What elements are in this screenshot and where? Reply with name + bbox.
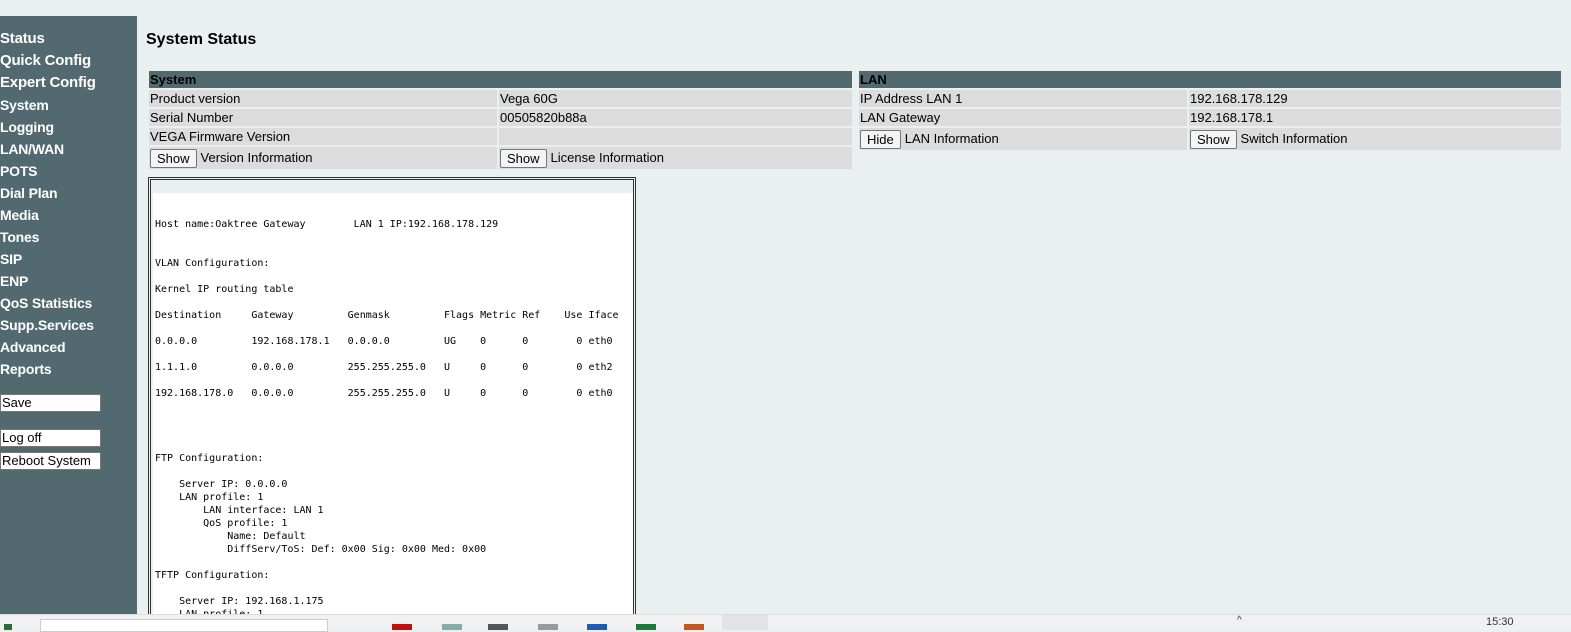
version-info-label: Version Information (200, 149, 313, 165)
app-icon-files[interactable] (442, 624, 462, 630)
lan-info-text: Host name:Oaktree Gateway LAN 1 IP:192.1… (155, 219, 619, 619)
lan-info-console[interactable]: Host name:Oaktree Gateway LAN 1 IP:192.1… (153, 193, 633, 619)
nav-supp-services[interactable]: Supp.Services (0, 317, 94, 333)
logoff-button[interactable]: Log off (0, 429, 101, 447)
nav-quick-config[interactable]: Quick Config (0, 52, 91, 69)
nav-lan-wan[interactable]: LAN/WAN (0, 141, 64, 157)
system-heading: System (150, 72, 197, 87)
reboot-system-button[interactable]: Reboot System (0, 452, 101, 470)
nav-qos-statistics[interactable]: QoS Statistics (0, 295, 92, 311)
app-icon-red[interactable] (392, 624, 412, 630)
nav-reports[interactable]: Reports (0, 361, 52, 377)
search-box[interactable] (40, 619, 328, 632)
app-icon-blue[interactable] (587, 624, 607, 630)
switch-info-label: Switch Information (1240, 130, 1348, 146)
nav-system[interactable]: System (0, 97, 49, 113)
product-version-value: Vega 60G (497, 88, 852, 107)
nav-advanced[interactable]: Advanced (0, 339, 66, 355)
system-table: System Product version Vega 60G Serial N… (149, 71, 852, 169)
lan-gateway-label: LAN Gateway (859, 107, 1187, 126)
lan-info-frame: Host name:Oaktree Gateway LAN 1 IP:192.1… (148, 177, 636, 622)
save-button[interactable]: Save (0, 394, 101, 412)
nav-dial-plan[interactable]: Dial Plan (0, 185, 58, 201)
app-icon-terminal[interactable] (488, 624, 508, 630)
app-icon-orange[interactable] (684, 624, 704, 630)
nav-enp[interactable]: ENP (0, 273, 28, 289)
app-icon-notes[interactable] (538, 624, 558, 630)
nav-status[interactable]: Status (0, 30, 45, 47)
lan-heading: LAN (860, 72, 887, 87)
app-icon-excel[interactable] (636, 624, 656, 630)
tray-chevron-icon[interactable]: ^ (1237, 615, 1247, 630)
nav-pots[interactable]: POTS (0, 163, 38, 179)
firmware-label: VEGA Firmware Version (149, 126, 497, 145)
app-icon-active[interactable] (722, 615, 768, 630)
show-switch-button[interactable]: Show (1190, 129, 1237, 149)
clock[interactable]: 15:30 (1486, 616, 1514, 628)
ip-address-value: 192.168.178.129 (1187, 88, 1561, 107)
lan-table: LAN IP Address LAN 1 192.168.178.129 LAN… (859, 71, 1561, 150)
product-version-label: Product version (149, 88, 497, 107)
license-info-label: License Information (550, 149, 664, 165)
start-icon[interactable] (4, 624, 12, 630)
nav-media[interactable]: Media (0, 207, 39, 223)
nav-tones[interactable]: Tones (0, 229, 39, 245)
serial-number-label: Serial Number (149, 107, 497, 126)
lan-gateway-value: 192.168.178.1 (1187, 107, 1561, 126)
hide-lan-button[interactable]: Hide (860, 129, 901, 149)
firmware-value (497, 126, 852, 145)
nav-logging[interactable]: Logging (0, 119, 54, 135)
serial-number-value: 00505820b88a (497, 107, 852, 126)
show-version-button[interactable]: Show (150, 148, 197, 168)
taskbar: ^ 15:30 (0, 614, 1571, 632)
show-license-button[interactable]: Show (500, 148, 547, 168)
nav-sip[interactable]: SIP (0, 251, 22, 267)
ip-address-label: IP Address LAN 1 (859, 88, 1187, 107)
lan-info-label: LAN Information (904, 130, 999, 146)
sidebar: Status Quick Config Expert Config System… (0, 16, 137, 616)
page-title: System Status (146, 31, 257, 48)
nav-expert-config[interactable]: Expert Config (0, 74, 96, 91)
